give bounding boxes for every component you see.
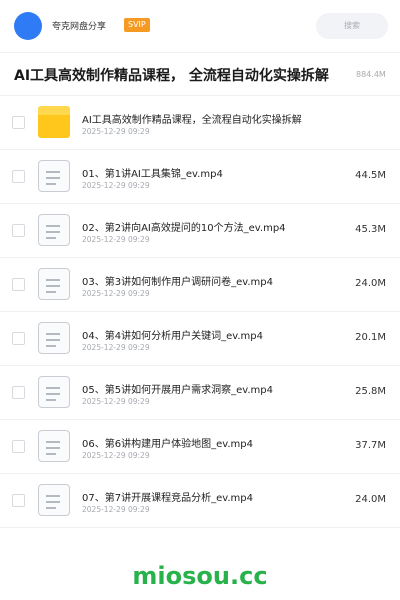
list-item[interactable]: 02、第2讲向AI高效提问的10个方法_ev.mp4 2025-12-29 09… xyxy=(0,204,400,258)
item-date: 2025-12-29 09:29 xyxy=(82,127,150,136)
item-checkbox[interactable] xyxy=(12,440,25,453)
item-checkbox[interactable] xyxy=(12,494,25,507)
item-size: 24.0M xyxy=(355,494,386,505)
file-icon xyxy=(38,160,70,192)
file-list: AI工具高效制作精品课程，全流程自动化实操拆解 2025-12-29 09:29… xyxy=(0,96,400,528)
item-size: 24.0M xyxy=(355,278,386,289)
folder-icon xyxy=(38,106,70,138)
file-icon xyxy=(38,430,70,462)
list-item[interactable]: 07、第7讲开展课程竞品分析_ev.mp4 2025-12-29 09:29 2… xyxy=(0,474,400,528)
item-date: 2025-12-29 09:29 xyxy=(82,505,150,514)
file-icon xyxy=(38,322,70,354)
item-size: 25.8M xyxy=(355,386,386,397)
item-size: 45.3M xyxy=(355,224,386,235)
item-name: 07、第7讲开展课程竞品分析_ev.mp4 xyxy=(82,493,254,504)
item-checkbox[interactable] xyxy=(12,116,25,129)
item-name: 06、第6讲构建用户体验地图_ev.mp4 xyxy=(82,439,254,450)
item-date: 2025-12-29 09:29 xyxy=(82,397,150,406)
item-date: 2025-12-29 09:29 xyxy=(82,343,150,352)
item-name: 02、第2讲向AI高效提问的10个方法_ev.mp4 xyxy=(82,223,286,234)
page-title: AI工具高效制作精品课程， 全流程自动化实操拆解 xyxy=(14,68,329,84)
item-checkbox[interactable] xyxy=(12,278,25,291)
item-name: 05、第5讲如何开展用户需求洞察_ev.mp4 xyxy=(82,385,274,396)
list-item[interactable]: 01、第1讲AI工具集锦_ev.mp4 2025-12-29 09:29 44.… xyxy=(0,150,400,204)
total-size: 884.4M xyxy=(356,70,386,79)
file-icon xyxy=(38,376,70,408)
svip-badge: SVIP xyxy=(124,18,150,32)
item-name: AI工具高效制作精品课程，全流程自动化实操拆解 xyxy=(82,115,302,126)
item-checkbox[interactable] xyxy=(12,224,25,237)
header-divider xyxy=(0,52,400,53)
item-checkbox[interactable] xyxy=(12,332,25,345)
item-checkbox[interactable] xyxy=(12,170,25,183)
item-date: 2025-12-29 09:29 xyxy=(82,181,150,190)
item-size: 37.7M xyxy=(355,440,386,451)
file-icon xyxy=(38,484,70,516)
item-date: 2025-12-29 09:29 xyxy=(82,451,150,460)
item-date: 2025-12-29 09:29 xyxy=(82,289,150,298)
item-checkbox[interactable] xyxy=(12,386,25,399)
brand-name: 夸克网盘分享 xyxy=(52,22,107,32)
item-name: 01、第1讲AI工具集锦_ev.mp4 xyxy=(82,169,223,180)
item-size: 20.1M xyxy=(355,332,386,343)
item-date: 2025-12-29 09:29 xyxy=(82,235,150,244)
list-item[interactable]: AI工具高效制作精品课程，全流程自动化实操拆解 2025-12-29 09:29 xyxy=(0,96,400,150)
file-icon xyxy=(38,214,70,246)
header: 夸克网盘分享 SVIP 搜索 xyxy=(0,0,400,52)
avatar[interactable] xyxy=(14,12,42,40)
item-size: 44.5M xyxy=(355,170,386,181)
search-button[interactable]: 搜索 xyxy=(316,13,388,39)
item-name: 04、第4讲如何分析用户关键词_ev.mp4 xyxy=(82,331,264,342)
file-icon xyxy=(38,268,70,300)
list-item[interactable]: 05、第5讲如何开展用户需求洞察_ev.mp4 2025-12-29 09:29… xyxy=(0,366,400,420)
list-item[interactable]: 03、第3讲如何制作用户调研问卷_ev.mp4 2025-12-29 09:29… xyxy=(0,258,400,312)
watermark: miosou.cc xyxy=(132,562,268,590)
list-item[interactable]: 04、第4讲如何分析用户关键词_ev.mp4 2025-12-29 09:29 … xyxy=(0,312,400,366)
item-name: 03、第3讲如何制作用户调研问卷_ev.mp4 xyxy=(82,277,274,288)
list-item[interactable]: 06、第6讲构建用户体验地图_ev.mp4 2025-12-29 09:29 3… xyxy=(0,420,400,474)
